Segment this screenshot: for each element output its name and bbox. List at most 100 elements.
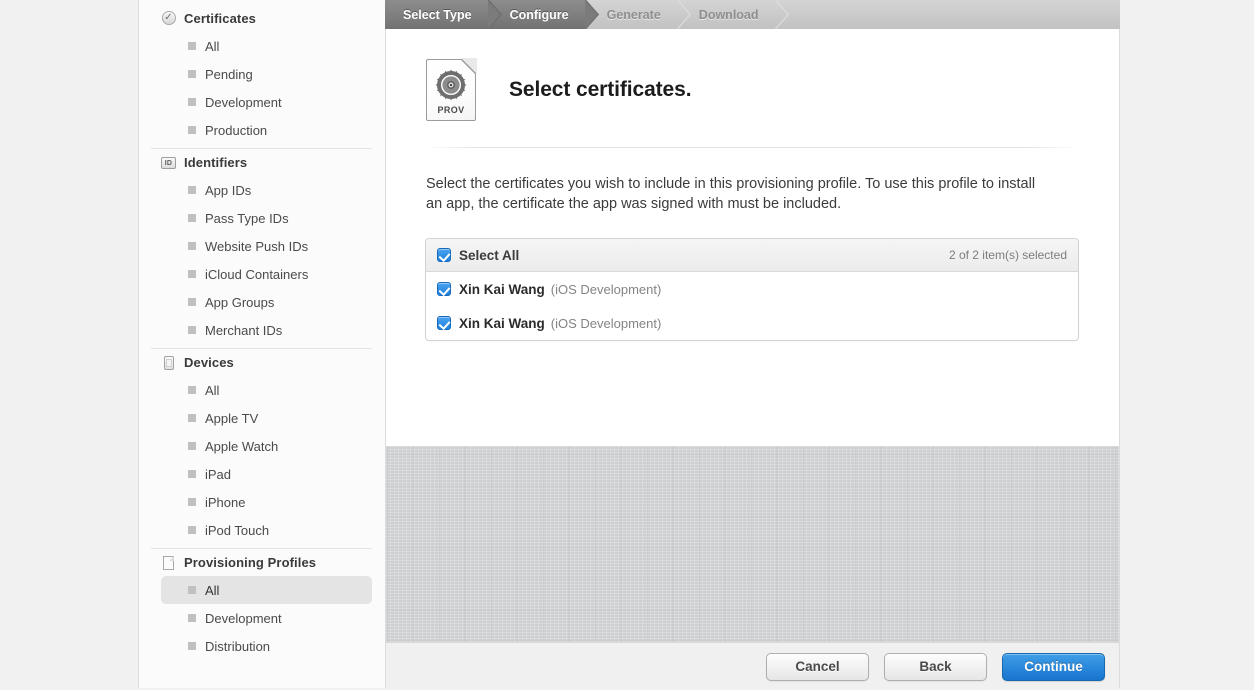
sidebar-gutter [0,0,139,690]
sidebar-nav: Certificates All Pending Development Product… [139,0,385,690]
sidebar-item-development[interactable]: Development [161,88,372,116]
sidebar-item-label: App IDs [205,183,251,198]
wizard-step-select-type[interactable]: Select Type [385,0,488,29]
provisioning-profile-icon: PROV [426,59,476,121]
bullet-icon [188,298,196,306]
sidebar-item-label: iPhone [205,495,245,510]
sidebar-item-app-groups[interactable]: App Groups [161,288,372,316]
sidebar-item-icloud-containers[interactable]: iCloud Containers [161,260,372,288]
sidebar-item-label: Apple TV [205,411,258,426]
linen-background [385,446,1120,642]
certificate-row[interactable]: Xin Kai Wang(iOS Development) [426,272,1078,306]
certificate-type: (iOS Development) [551,282,662,297]
sidebar-item-apple-watch[interactable]: Apple Watch [161,432,372,460]
wizard-step-configure[interactable]: Configure [488,0,585,29]
certificate-list: Select All 2 of 2 item(s) selected Xin K… [425,238,1079,341]
sidebar-item-label: Distribution [205,639,270,654]
sidebar-item-all[interactable]: All [161,576,372,604]
certificate-row[interactable]: Xin Kai Wang(iOS Development) [426,306,1078,340]
sidebar-item-ipod-touch[interactable]: iPod Touch [161,516,372,544]
sidebar-group-header: Certificates [151,4,372,32]
card-header: PROV Select certificates. [386,29,1119,129]
selection-count: 2 of 2 item(s) selected [949,248,1067,262]
sidebar-item-iphone[interactable]: iPhone [161,488,372,516]
select-all-checkbox[interactable] [437,248,451,262]
sidebar-group-label: Certificates [184,11,256,26]
sidebar-item-label: Development [205,611,282,626]
certificate-checkbox[interactable] [437,282,451,296]
id-badge-icon: ID [161,157,176,169]
sidebar-group-header: Provisioning Profiles [151,548,372,576]
wizard-step-label: Select Type [403,8,472,22]
sidebar-item-website-push-ids[interactable]: Website Push IDs [161,232,372,260]
sidebar-item-all[interactable]: All [161,32,372,60]
sidebar-item-pass-type-ids[interactable]: Pass Type IDs [161,204,372,232]
sidebar-item-all[interactable]: All [161,376,372,404]
sidebar-item-label: All [205,383,219,398]
sidebar-group-label: Provisioning Profiles [184,555,316,570]
sidebar-group: Provisioning Profiles All Development Distr… [151,548,385,660]
bullet-icon [188,386,196,394]
sidebar-item-apple-tv[interactable]: Apple TV [161,404,372,432]
bullet-icon [188,214,196,222]
document-icon [163,556,174,570]
sidebar-item-pending[interactable]: Pending [161,60,372,88]
select-all-row[interactable]: Select All 2 of 2 item(s) selected [426,239,1078,272]
sidebar-item-label: Pass Type IDs [205,211,289,226]
sidebar-item-ipad[interactable]: iPad [161,460,372,488]
bullet-icon [188,526,196,534]
sidebar-item-label: Apple Watch [205,439,278,454]
bullet-icon [188,70,196,78]
wizard-footer: Cancel Back Continue [385,642,1120,690]
sidebar-item-development[interactable]: Development [161,604,372,632]
bullet-icon [188,470,196,478]
bullet-icon [188,126,196,134]
header-divider [426,147,1079,148]
sidebar-item-app-ids[interactable]: App IDs [161,176,372,204]
sidebar-item-merchant-ids[interactable]: Merchant IDs [161,316,372,344]
bullet-icon [188,242,196,250]
step-chevron-icon [488,0,502,29]
wizard-step-label: Generate [607,8,661,22]
sidebar-item-label: Pending [205,67,253,82]
cancel-button[interactable]: Cancel [766,653,869,681]
sidebar-group-label: Devices [184,355,234,370]
sidebar-group: ID Identifiers App IDs Pass Type IDs Website… [151,148,385,344]
app-window: Certificates All Pending Development Product… [0,0,1254,690]
sidebar-item-label: Merchant IDs [205,323,282,338]
certificate-name: Xin Kai Wang [459,316,545,331]
step-chevron-icon [677,0,691,29]
sidebar-item-label: Production [205,123,267,138]
seal-check-icon [162,11,176,25]
gear-icon [433,67,469,103]
step-chevron-icon [585,0,599,29]
bullet-icon [188,442,196,450]
wizard-step-label: Configure [510,8,569,22]
bullet-icon [188,414,196,422]
wizard-step-download[interactable]: Download [677,0,775,29]
bullet-icon [188,498,196,506]
sidebar-item-label: iCloud Containers [205,267,308,282]
sidebar-group-header: Devices [151,348,372,376]
sidebar-group-header: ID Identifiers [151,148,372,176]
page-title: Select certificates. [509,78,691,102]
wizard-step-bar: Select Type Configure Generate Download [385,0,1120,29]
bullet-icon [188,186,196,194]
sidebar-group-label: Identifiers [184,155,247,170]
bullet-icon [188,614,196,622]
main-content: Select Type Configure Generate Download [385,0,1120,690]
bullet-icon [188,42,196,50]
sidebar-item-distribution[interactable]: Distribution [161,632,372,660]
sidebar-item-label: Website Push IDs [205,239,308,254]
sidebar-item-production[interactable]: Production [161,116,372,144]
continue-button[interactable]: Continue [1002,653,1105,681]
sidebar-item-label: Development [205,95,282,110]
device-icon [164,356,174,370]
certificate-checkbox[interactable] [437,316,451,330]
bullet-icon [188,642,196,650]
sidebar-item-label: All [205,39,219,54]
bullet-icon [188,586,196,594]
back-button[interactable]: Back [884,653,987,681]
wizard-step-label: Download [699,8,759,22]
bullet-icon [188,326,196,334]
